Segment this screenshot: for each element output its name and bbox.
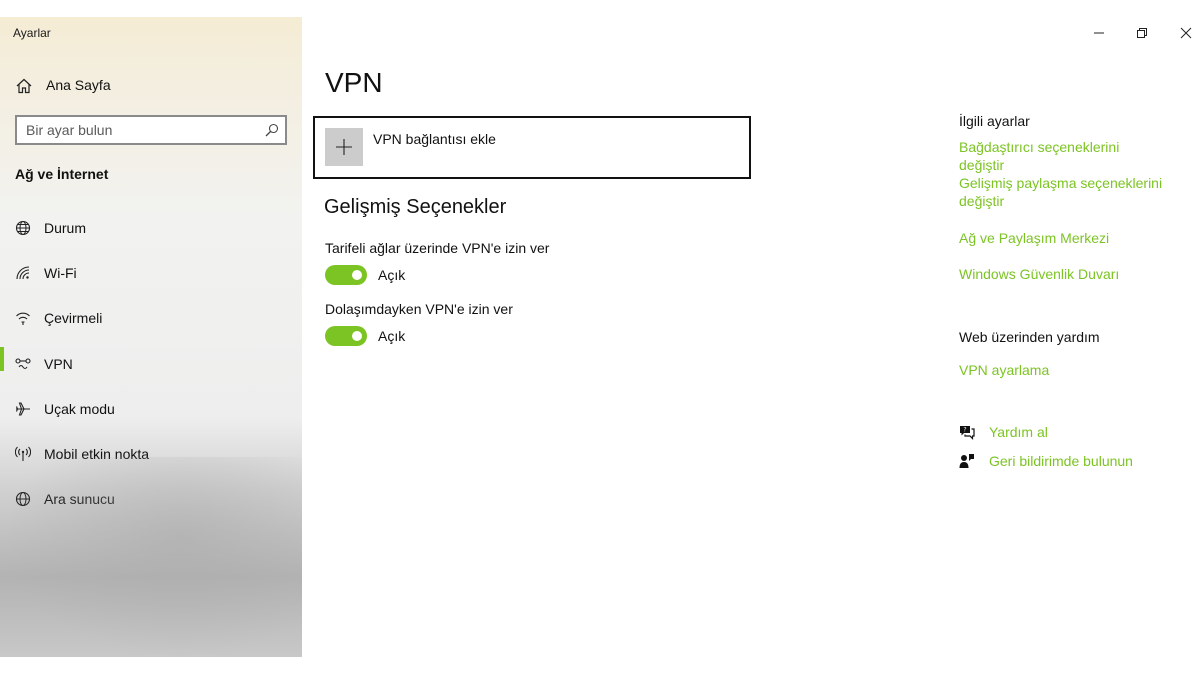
close-icon[interactable] — [1175, 22, 1197, 44]
wifi-icon — [16, 266, 30, 280]
sidebar-item-ucak-modu[interactable]: Uçak modu — [0, 398, 302, 443]
restore-icon[interactable] — [1131, 22, 1153, 44]
search-input[interactable] — [26, 118, 266, 142]
vpn-setup-link[interactable]: VPN ayarlama — [959, 361, 1164, 379]
chat-help-icon: ? — [960, 426, 975, 440]
toggle-state: Açık — [378, 267, 406, 283]
minimize-icon[interactable] — [1088, 22, 1110, 44]
home-label: Ana Sayfa — [46, 77, 111, 93]
sidebar-item-cevirmeli[interactable]: Çevirmeli — [0, 307, 302, 352]
home-icon — [16, 78, 32, 94]
add-vpn-button[interactable]: VPN bağlantısı ekle — [313, 116, 751, 179]
sidebar: Ayarlar Ana Sayfa Ağ ve İnternet Durum — [0, 17, 302, 657]
airplane-icon — [15, 402, 30, 416]
sidebar-item-ara-sunucu[interactable]: Ara sunucu — [0, 488, 302, 533]
svg-text:?: ? — [963, 427, 966, 434]
advanced-sharing-link[interactable]: Gelişmiş paylaşma seçeneklerini değiştir — [959, 174, 1164, 210]
sidebar-item-mobil-etkin-nokta[interactable]: Mobil etkin nokta — [0, 443, 302, 488]
network-sharing-center-link[interactable]: Ağ ve Paylaşım Merkezi — [959, 229, 1164, 247]
windows-firewall-link[interactable]: Windows Güvenlik Duvarı — [959, 265, 1164, 283]
active-indicator — [0, 346, 4, 371]
sidebar-item-vpn[interactable]: VPN — [0, 346, 302, 398]
get-help-label: Yardım al — [989, 424, 1048, 440]
globe-status-icon — [15, 220, 31, 236]
sidebar-item-label: Durum — [44, 220, 87, 236]
sidebar-item-label: Çevirmeli — [44, 310, 103, 327]
sidebar-item-label: Mobil etkin nokta — [44, 445, 150, 462]
toggle-state: Açık — [378, 328, 406, 344]
page-title: VPN — [325, 67, 383, 98]
vpn-icon — [15, 358, 31, 369]
sidebar-item-label: Uçak modu — [44, 400, 115, 417]
metered-vpn-toggle[interactable] — [325, 265, 367, 285]
add-icon-box — [325, 128, 363, 166]
app-title: Ayarlar — [13, 26, 51, 40]
add-vpn-label: VPN bağlantısı ekle — [373, 131, 496, 147]
toggle-knob — [352, 331, 362, 341]
roaming-vpn-toggle[interactable] — [325, 326, 367, 346]
feedback-label: Geri bildirimde bulunun — [989, 453, 1133, 469]
sidebar-item-label: VPN — [44, 355, 73, 372]
search-icon[interactable] — [265, 123, 279, 137]
sidebar-item-durum[interactable]: Durum — [0, 217, 302, 262]
feedback-icon — [959, 454, 974, 468]
hotspot-icon — [15, 446, 31, 461]
home-nav-item[interactable]: Ana Sayfa — [0, 73, 302, 99]
plus-icon — [336, 139, 352, 155]
setting-label: Dolaşımdayken VPN'e izin ver — [325, 301, 513, 317]
setting-label: Tarifeli ağlar üzerinde VPN'e izin ver — [325, 240, 550, 256]
setting-metered-networks: Tarifeli ağlar üzerinde VPN'e izin ver A… — [325, 240, 550, 285]
section-title: Ağ ve İnternet — [15, 166, 109, 182]
web-help-header: Web üzerinden yardım — [959, 329, 1100, 345]
globe-icon — [15, 492, 31, 507]
setting-roaming: Dolaşımdayken VPN'e izin ver Açık — [325, 301, 513, 346]
toggle-knob — [352, 270, 362, 280]
sidebar-item-label: Wi-Fi — [44, 265, 77, 282]
sidebar-nav: Durum Wi-Fi Çevirmeli VPN Uçak modu Mobi… — [0, 217, 302, 533]
sidebar-item-wifi[interactable]: Wi-Fi — [0, 262, 302, 307]
adapter-options-link[interactable]: Bağdaştırıcı seçeneklerini değiştir — [959, 138, 1164, 174]
search-box[interactable] — [15, 115, 287, 145]
dialup-icon — [16, 313, 30, 326]
advanced-options-title: Gelişmiş Seçenekler — [324, 196, 507, 218]
related-settings-header: İlgili ayarlar — [959, 113, 1030, 129]
sidebar-item-label: Ara sunucu — [44, 491, 115, 508]
